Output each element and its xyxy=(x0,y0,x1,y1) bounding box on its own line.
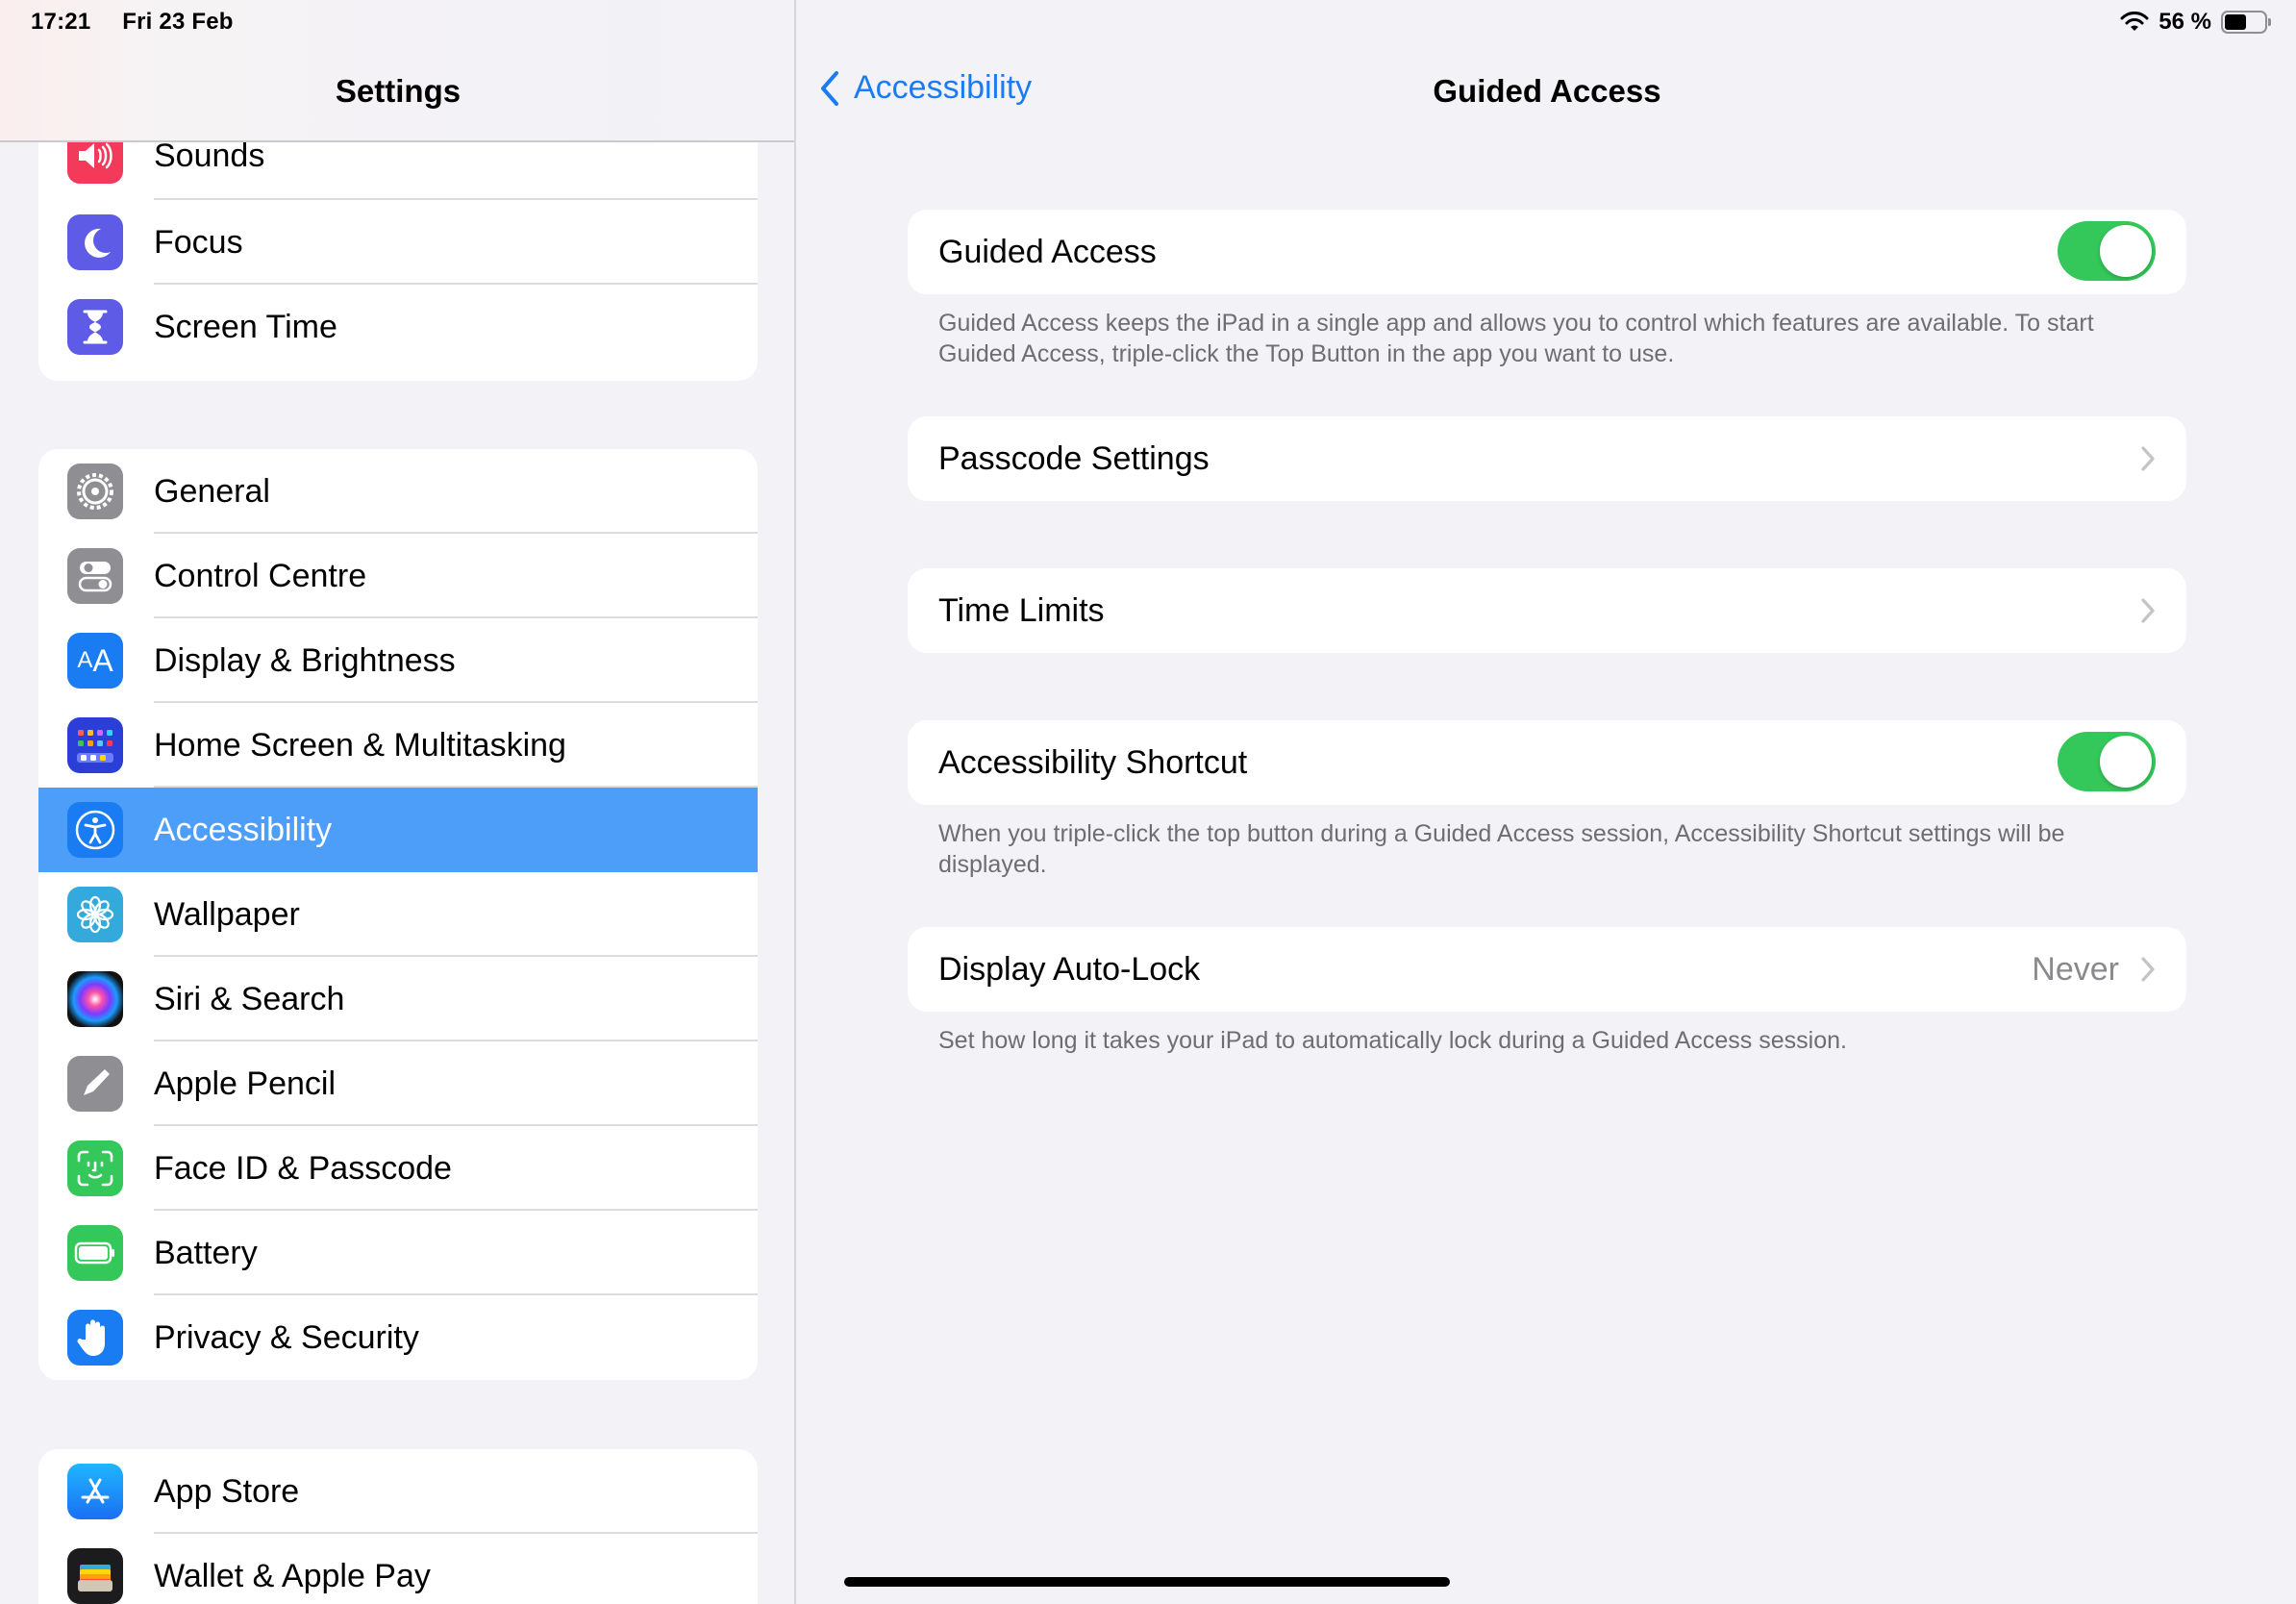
battery-fill xyxy=(2225,14,2247,30)
accessibility-icon xyxy=(67,802,123,858)
sidebar-item-apple-pencil[interactable]: Apple Pencil xyxy=(38,1041,758,1126)
sidebar-item-label: Display & Brightness xyxy=(154,642,456,679)
time-limits-label: Time Limits xyxy=(938,592,1105,629)
chevron-right-icon xyxy=(2141,598,2155,623)
wallet-icon xyxy=(67,1548,123,1604)
guided-access-label: Guided Access xyxy=(938,234,1157,270)
sidebar-item-label: Apple Pencil xyxy=(154,1065,337,1102)
accessibility-shortcut-footnote: When you triple-click the top button dur… xyxy=(938,820,2065,878)
sidebar-item-label: Battery xyxy=(154,1235,258,1271)
accessibility-shortcut-toggle[interactable] xyxy=(2058,732,2156,791)
sidebar-item-general[interactable]: General xyxy=(38,449,758,534)
sidebar-item-label: Focus xyxy=(154,224,243,261)
sidebar-group-1: Sounds Focus Screen Time xyxy=(38,115,758,381)
status-battery-icon xyxy=(2221,11,2271,34)
sidebar-item-label: Siri & Search xyxy=(154,981,345,1017)
wifi-icon xyxy=(2120,12,2149,31)
sidebar-item-display-brightness[interactable]: AA Display & Brightness xyxy=(38,618,758,703)
sidebar-item-label: Screen Time xyxy=(154,309,337,345)
pencil-icon xyxy=(67,1056,123,1112)
sidebar-item-label: Face ID & Passcode xyxy=(154,1150,452,1187)
sidebar-item-privacy-security[interactable]: Privacy & Security xyxy=(38,1295,758,1380)
sidebar-item-label: Wallet & Apple Pay xyxy=(154,1558,431,1594)
accessibility-shortcut-label: Accessibility Shortcut xyxy=(938,744,1248,781)
passcode-settings-label: Passcode Settings xyxy=(938,440,1210,477)
gear-icon xyxy=(67,464,123,519)
settings-sidebar: Sounds Focus Screen Time 17:21 Fri 23 Fe… xyxy=(0,0,796,1604)
sidebar-item-control-centre[interactable]: Control Centre xyxy=(38,534,758,618)
sidebar-item-app-store[interactable]: App Store xyxy=(38,1449,758,1534)
sidebar-group-3: App Store Wallet & Apple Pay xyxy=(38,1449,758,1604)
status-date: Fri 23 Feb xyxy=(122,9,234,35)
guided-access-footnote: Guided Access keeps the iPad in a single… xyxy=(938,310,2094,367)
guided-access-cell: Guided Access xyxy=(908,210,2186,294)
sidebar-item-siri-search[interactable]: Siri & Search xyxy=(38,957,758,1041)
face-id-icon xyxy=(67,1140,123,1196)
siri-icon xyxy=(67,971,123,1027)
ipad-screen: Sounds Focus Screen Time 17:21 Fri 23 Fe… xyxy=(0,0,2296,1604)
hand-icon xyxy=(67,1310,123,1366)
chevron-right-icon xyxy=(2141,446,2155,471)
sidebar-item-home-screen[interactable]: Home Screen & Multitasking xyxy=(38,703,758,788)
page-title: Guided Access xyxy=(1433,73,1661,109)
status-bar-left: 17:21 Fri 23 Feb xyxy=(31,9,259,36)
flower-icon xyxy=(67,887,123,942)
display-auto-lock-label: Display Auto-Lock xyxy=(938,951,1201,988)
sidebar-item-face-id[interactable]: Face ID & Passcode xyxy=(38,1126,758,1211)
sidebar-header: 17:21 Fri 23 Feb Settings xyxy=(0,0,794,142)
sidebar-item-label: Control Centre xyxy=(154,558,367,594)
sidebar-item-accessibility[interactable]: Accessibility xyxy=(38,788,758,872)
moon-icon xyxy=(67,214,123,270)
guided-access-toggle[interactable] xyxy=(2058,221,2156,281)
battery-icon xyxy=(67,1225,123,1281)
home-indicator[interactable] xyxy=(844,1577,1450,1587)
toggle-knob xyxy=(2100,736,2152,788)
sidebar-item-label: App Store xyxy=(154,1473,300,1510)
status-time: 17:21 xyxy=(31,9,91,35)
time-limits-cell[interactable]: Time Limits xyxy=(908,568,2186,653)
sidebar-group-2: General Control Centre AA Display & Brig… xyxy=(38,449,758,1380)
sidebar-item-label: Accessibility xyxy=(154,812,333,848)
sidebar-item-battery[interactable]: Battery xyxy=(38,1211,758,1295)
status-bar-right: 56 % xyxy=(2120,9,2271,36)
app-store-icon xyxy=(67,1464,123,1519)
app-grid-icon xyxy=(67,717,123,773)
chevron-right-icon xyxy=(2141,957,2155,982)
passcode-settings-cell[interactable]: Passcode Settings xyxy=(908,416,2186,501)
text-size-icon: AA xyxy=(67,633,123,689)
sidebar-item-label: Wallpaper xyxy=(154,896,300,933)
sidebar-item-label: Home Screen & Multitasking xyxy=(154,727,566,764)
toggles-icon xyxy=(67,548,123,604)
display-auto-lock-cell[interactable]: Display Auto-Lock Never xyxy=(908,927,2186,1012)
toggle-knob xyxy=(2100,225,2152,277)
hourglass-icon xyxy=(67,299,123,355)
sidebar-item-screen-time[interactable]: Screen Time xyxy=(38,285,758,369)
sidebar-item-focus[interactable]: Focus xyxy=(38,200,758,285)
battery-percent: 56 % xyxy=(2159,9,2211,35)
sidebar-item-wallet[interactable]: Wallet & Apple Pay xyxy=(38,1534,758,1604)
detail-pane: 56 % Accessibility Guided Access Guided … xyxy=(798,0,2296,1604)
accessibility-shortcut-cell: Accessibility Shortcut xyxy=(908,720,2186,805)
display-auto-lock-footnote: Set how long it takes your iPad to autom… xyxy=(938,1027,1847,1054)
sidebar-item-label: Privacy & Security xyxy=(154,1319,419,1356)
sidebar-item-label: General xyxy=(154,473,270,510)
display-auto-lock-value: Never xyxy=(2032,951,2119,988)
sidebar-title: Settings xyxy=(335,73,462,109)
sidebar-item-wallpaper[interactable]: Wallpaper xyxy=(38,872,758,957)
